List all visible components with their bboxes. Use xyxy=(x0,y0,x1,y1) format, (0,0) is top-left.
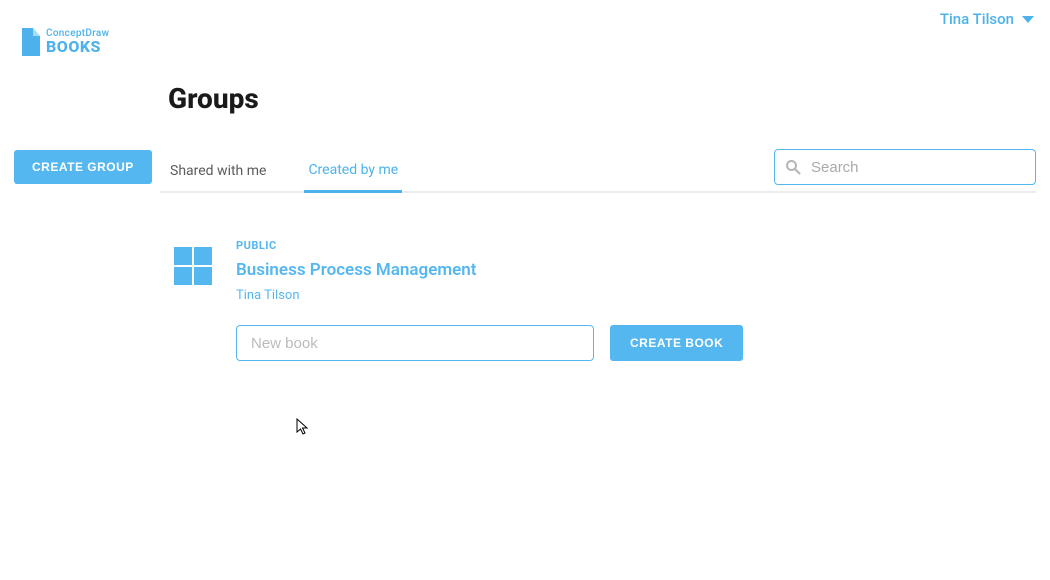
tab-shared-with-me[interactable]: Shared with me xyxy=(166,153,270,191)
group-name-link[interactable]: Business Process Management xyxy=(236,260,1036,280)
cursor-icon xyxy=(296,418,310,436)
logo-text: ConceptDraw BOOKS xyxy=(46,29,109,55)
new-book-input[interactable] xyxy=(236,325,594,361)
user-menu[interactable]: Tina Tilson xyxy=(940,10,1034,28)
main-content: Groups Shared with me Created by me xyxy=(160,28,1050,361)
group-grid-icon xyxy=(174,247,212,285)
search-box[interactable] xyxy=(774,149,1036,185)
search-wrap xyxy=(774,149,1036,185)
new-book-row: CREATE BOOK xyxy=(236,325,1036,361)
logo[interactable]: ConceptDraw BOOKS xyxy=(0,28,160,56)
group-visibility-label: PUBLIC xyxy=(236,239,1036,252)
sidebar: ConceptDraw BOOKS CREATE GROUP xyxy=(0,28,160,361)
logo-product: BOOKS xyxy=(46,39,109,55)
group-owner: Tina Tilson xyxy=(236,288,1036,303)
create-group-button[interactable]: CREATE GROUP xyxy=(14,150,152,184)
chevron-down-icon xyxy=(1022,16,1034,23)
group-info: PUBLIC Business Process Management Tina … xyxy=(236,239,1036,361)
page-title: Groups xyxy=(168,82,1036,115)
search-input[interactable] xyxy=(811,159,1025,176)
top-bar: Tina Tilson xyxy=(0,0,1050,28)
search-icon xyxy=(785,159,801,175)
create-book-button[interactable]: CREATE BOOK xyxy=(610,325,743,361)
layout: ConceptDraw BOOKS CREATE GROUP Groups Sh… xyxy=(0,28,1050,361)
book-icon xyxy=(20,28,40,56)
group-item: PUBLIC Business Process Management Tina … xyxy=(160,239,1036,361)
tabs: Shared with me Created by me xyxy=(160,149,1036,193)
group-icon-column xyxy=(160,239,236,361)
tab-created-by-me[interactable]: Created by me xyxy=(304,152,402,193)
user-name: Tina Tilson xyxy=(940,10,1014,28)
